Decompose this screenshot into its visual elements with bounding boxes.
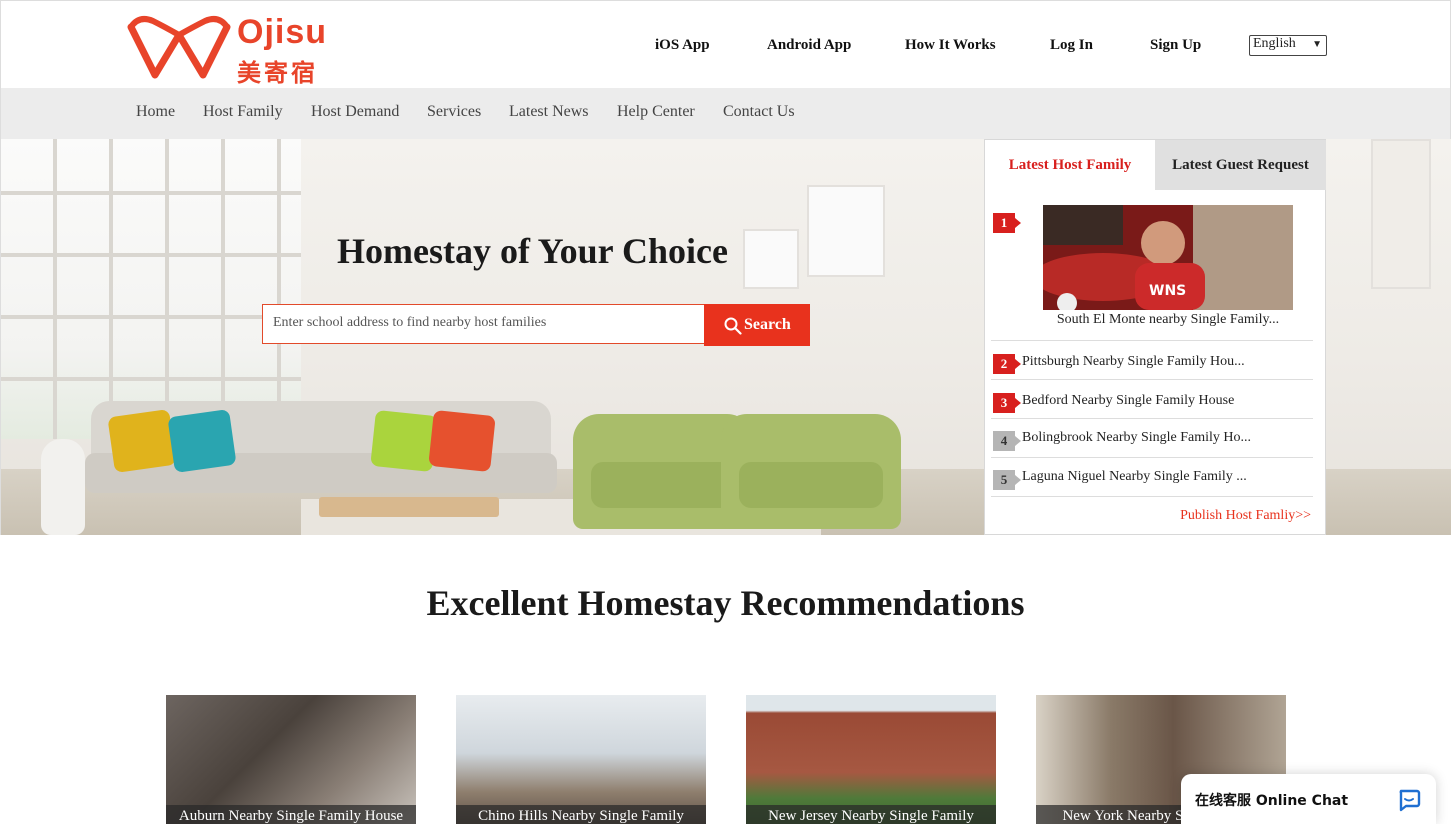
- nav-services[interactable]: Services: [427, 103, 481, 121]
- host-photo-image: WNS: [1043, 205, 1293, 310]
- chat-bubble-icon: [1399, 789, 1421, 812]
- homestay-card[interactable]: Chino Hills Nearby Single Family: [456, 695, 706, 824]
- rank-badge: 1: [993, 213, 1021, 233]
- homestay-card[interactable]: Auburn Nearby Single Family House: [166, 695, 416, 824]
- nav-help-center[interactable]: Help Center: [617, 103, 695, 121]
- list-item-title[interactable]: Laguna Niguel Nearby Single Family ...: [1022, 469, 1247, 485]
- ojisu-logo[interactable]: Ojisu 美寄宿: [125, 13, 335, 87]
- homestay-card[interactable]: New Jersey Nearby Single Family: [746, 695, 996, 824]
- homestay-card-caption: New Jersey Nearby Single Family: [746, 805, 996, 824]
- svg-text:WNS: WNS: [1149, 283, 1186, 299]
- rank-badge: 2: [993, 354, 1021, 374]
- android-app-link[interactable]: Android App: [767, 37, 851, 54]
- list-item-title[interactable]: Bedford Nearby Single Family House: [1022, 393, 1234, 409]
- how-it-works-link[interactable]: How It Works: [905, 37, 996, 54]
- online-chat-widget[interactable]: 在线客服 Online Chat: [1181, 774, 1436, 824]
- nav-contact-us[interactable]: Contact Us: [723, 103, 795, 121]
- search-input-placeholder: Enter school address to find nearby host…: [273, 315, 547, 330]
- log-in-link[interactable]: Log In: [1050, 37, 1093, 54]
- nav-latest-news[interactable]: Latest News: [509, 103, 589, 121]
- list-item-title[interactable]: Bolingbrook Nearby Single Family Ho...: [1022, 430, 1251, 446]
- language-select[interactable]: English ▼: [1249, 35, 1327, 56]
- top-header: Ojisu 美寄宿 iOS App Android App How It Wor…: [0, 0, 1451, 88]
- publish-host-family-link[interactable]: Publish Host Famliy>>: [1180, 508, 1311, 524]
- language-select-value: English: [1253, 36, 1296, 51]
- list-item-title[interactable]: Pittsburgh Nearby Single Family Hou...: [1022, 354, 1245, 370]
- tab-latest-host-family[interactable]: Latest Host Family: [985, 140, 1155, 190]
- main-nav: Home Host Family Host Demand Services La…: [0, 88, 1451, 139]
- chevron-down-icon: ▼: [1312, 39, 1322, 50]
- rank-badge: 5: [993, 470, 1021, 490]
- heart-w-logo-icon: [127, 16, 231, 79]
- rank-badge: 4: [993, 431, 1021, 451]
- brand-name: Ojisu: [237, 13, 328, 51]
- search-icon: [724, 317, 742, 335]
- rank-badge: 3: [993, 393, 1021, 413]
- search-button-label: Search: [744, 316, 791, 333]
- nav-home[interactable]: Home: [136, 103, 175, 121]
- search-button[interactable]: Search: [704, 304, 810, 346]
- ios-app-link[interactable]: iOS App: [655, 37, 710, 54]
- school-address-search-input[interactable]: Enter school address to find nearby host…: [262, 304, 704, 344]
- hero-title: Homestay of Your Choice: [337, 231, 728, 271]
- brand-name-cn: 美寄宿: [237, 59, 318, 87]
- nav-host-family[interactable]: Host Family: [203, 103, 283, 121]
- featured-host-photo[interactable]: WNS: [1043, 205, 1293, 310]
- homestay-card-caption: Chino Hills Nearby Single Family: [456, 805, 706, 824]
- featured-host-title[interactable]: South El Monte nearby Single Family...: [985, 312, 1327, 328]
- tab-latest-guest-request[interactable]: Latest Guest Request: [1155, 140, 1326, 190]
- nav-host-demand[interactable]: Host Demand: [311, 103, 399, 121]
- online-chat-label: 在线客服 Online Chat: [1195, 793, 1349, 809]
- homestay-card-caption: Auburn Nearby Single Family House: [166, 805, 416, 824]
- latest-listings-panel: Latest Host Family Latest Guest Request …: [984, 139, 1326, 535]
- recommendations-title: Excellent Homestay Recommendations: [426, 583, 1025, 623]
- sign-up-link[interactable]: Sign Up: [1150, 37, 1201, 54]
